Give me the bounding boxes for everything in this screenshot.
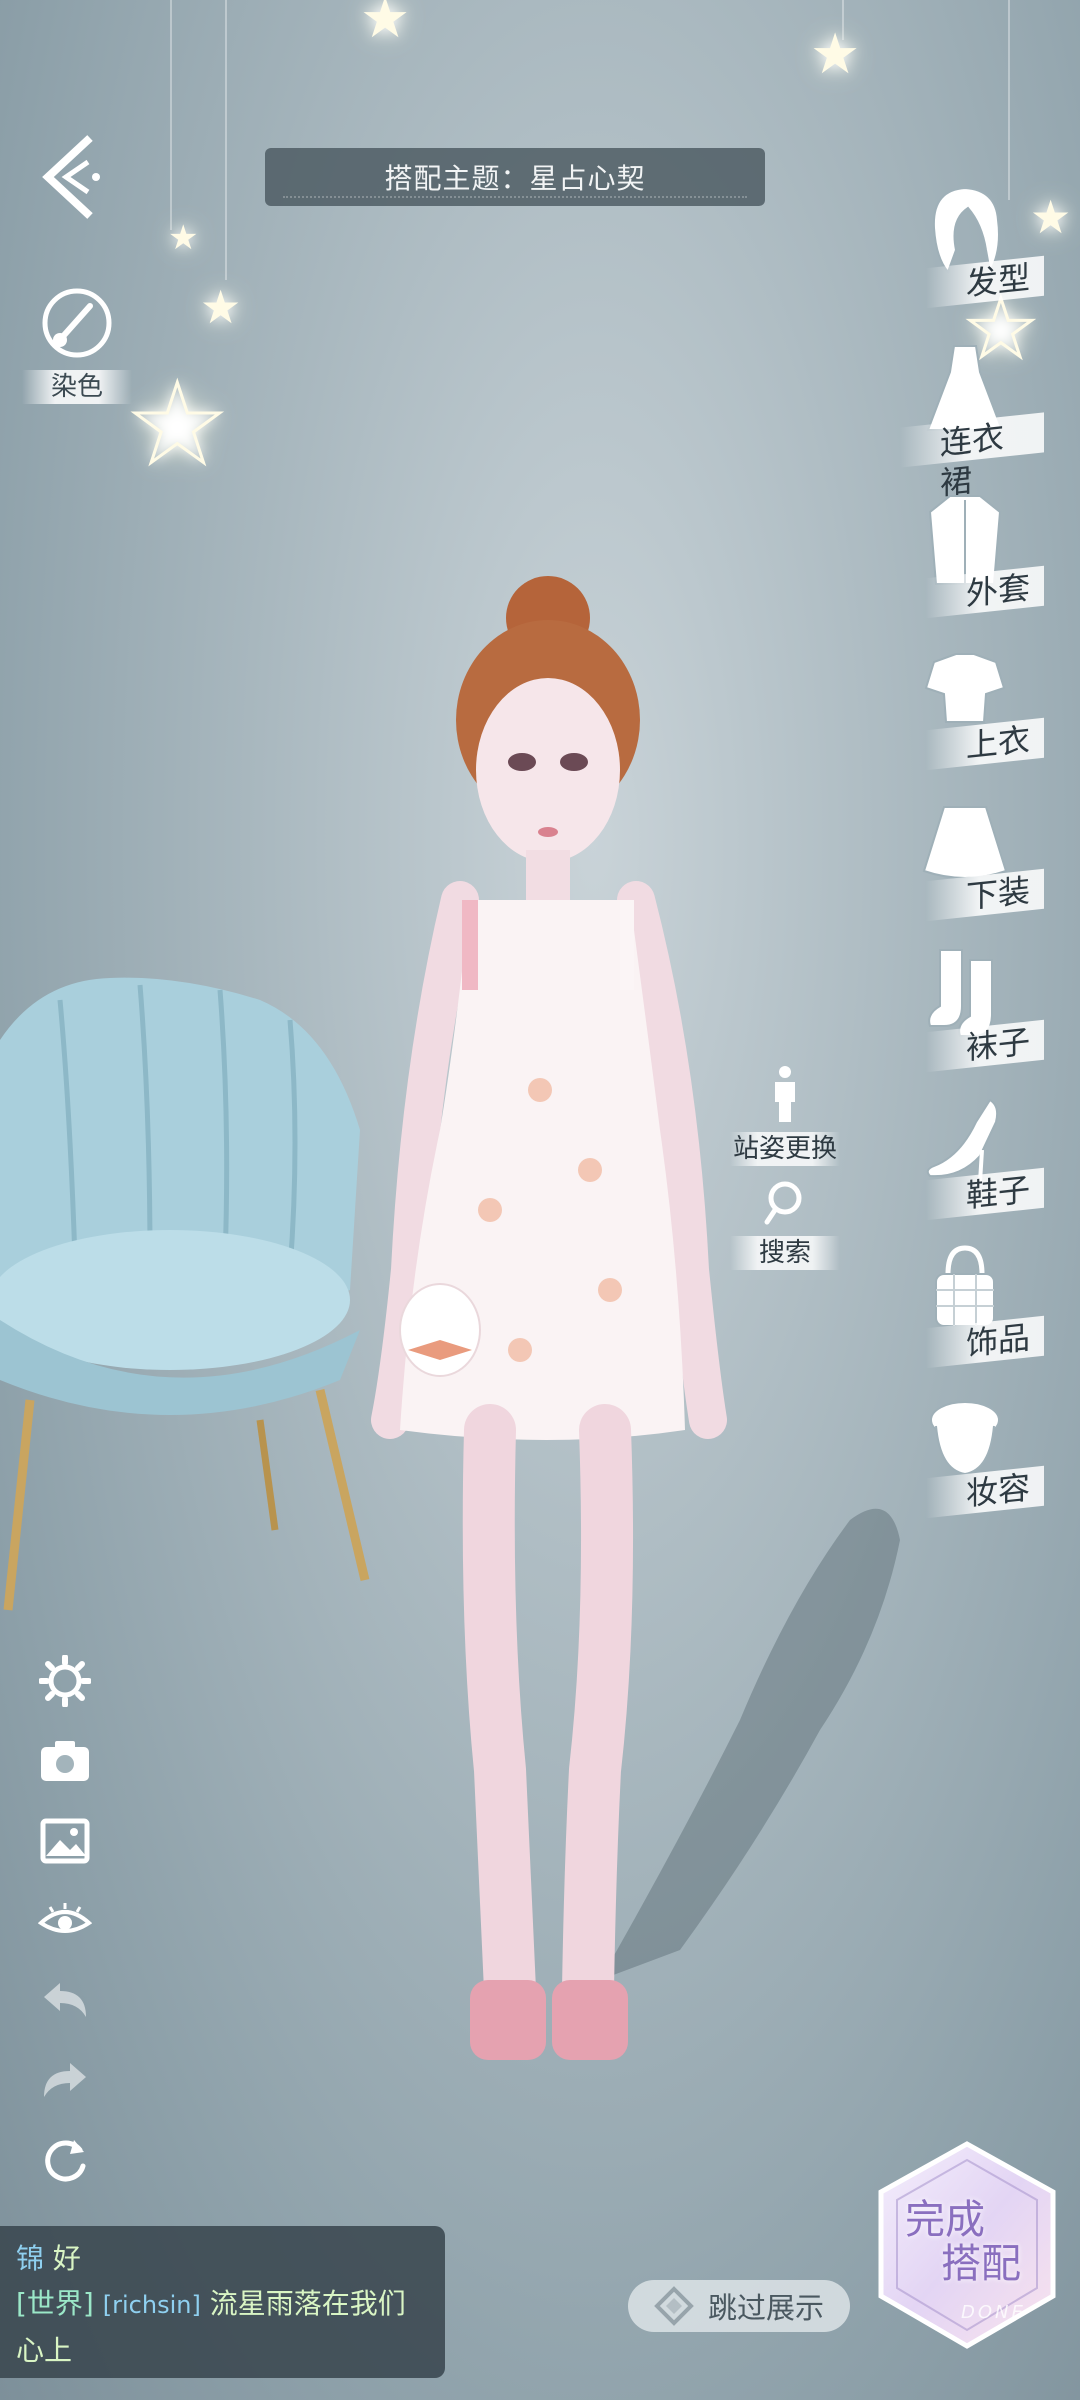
image-icon — [40, 1818, 90, 1864]
chat-channel-tag: [世界] — [16, 2287, 94, 2320]
eye-icon — [38, 1903, 92, 1933]
chat-line: 锦 好 — [16, 2236, 429, 2281]
reset-button[interactable] — [36, 2132, 94, 2190]
category-top[interactable]: 上衣 — [900, 642, 1050, 772]
palette-brush-icon — [42, 288, 112, 358]
star-string — [1008, 0, 1010, 200]
complete-outfit-label: 完成 搭配 — [905, 2197, 1021, 2287]
back-button[interactable] — [38, 132, 108, 222]
category-shoes[interactable]: 鞋子 — [900, 1092, 1050, 1222]
star-decoration: ★ — [127, 359, 229, 490]
camera-icon — [41, 1741, 89, 1781]
settings-button[interactable] — [36, 1652, 94, 1710]
chat-username: [richsin] — [102, 2291, 201, 2319]
reset-icon — [45, 2140, 86, 2182]
camera-button[interactable] — [36, 1732, 94, 1790]
gear-icon — [39, 1655, 91, 1707]
complete-outfit-button[interactable]: 完成 搭配 DONE — [875, 2140, 1060, 2350]
search-icon — [764, 1181, 802, 1225]
chat-line: 心上 — [16, 2328, 429, 2373]
search-button[interactable]: 搜索 — [730, 1178, 840, 1270]
hide-ui-button[interactable] — [36, 1892, 94, 1950]
done-sub-label: DONE — [961, 2302, 1026, 2323]
undo-icon — [44, 1983, 86, 2017]
outfit-theme-banner: 搭配主题：星占心契 — [265, 148, 765, 206]
chat-message-continued: 心上 — [16, 2334, 73, 2367]
redo-button[interactable] — [36, 2052, 94, 2110]
star-decoration: ★ — [200, 280, 242, 334]
redo-icon — [44, 2063, 86, 2097]
search-label: 搜索 — [730, 1236, 840, 1270]
star-string — [170, 0, 172, 230]
skip-label: 跳过展示 — [707, 2291, 824, 2325]
skip-showcase-button[interactable]: 跳过展示 — [628, 2280, 850, 2332]
chat-line: [世界] [richsin] 流星雨落在我们 — [16, 2281, 429, 2328]
category-dress[interactable]: 连衣裙 — [900, 338, 1050, 502]
dye-label: 染色 — [22, 370, 132, 404]
star-decoration: ★ — [360, 0, 411, 51]
star-decoration: ★ — [168, 218, 199, 258]
category-bottoms[interactable]: 下装 — [900, 793, 1050, 923]
category-socks[interactable]: 袜子 — [900, 944, 1050, 1074]
character-model — [371, 576, 727, 2060]
person-standing-icon — [775, 1066, 795, 1122]
undo-button[interactable] — [36, 1972, 94, 2030]
gallery-button[interactable] — [36, 1812, 94, 1870]
category-accessories[interactable]: 饰品 — [900, 1240, 1050, 1370]
chat-panel[interactable]: 锦 好 [世界] [richsin] 流星雨落在我们 心上 — [0, 2226, 445, 2378]
star-decoration: ★ — [810, 22, 861, 87]
chat-sender-name: 锦 — [16, 2242, 45, 2275]
theme-title: 搭配主题：星占心契 — [384, 162, 646, 195]
dye-button[interactable]: 染色 — [22, 280, 132, 410]
star-string — [225, 0, 227, 280]
category-hair[interactable]: 发型 — [900, 180, 1050, 310]
diamond-icon — [654, 2286, 694, 2326]
category-makeup[interactable]: 妆容 — [900, 1390, 1050, 1520]
chevron-left-icon — [42, 135, 100, 219]
chat-message: 流星雨落在我们 — [209, 2287, 406, 2320]
chat-message: 好 — [52, 2242, 81, 2275]
category-coat[interactable]: 外套 — [900, 490, 1050, 620]
pose-change-button[interactable]: 站姿更换 — [730, 1064, 840, 1166]
pose-change-label: 站姿更换 — [730, 1132, 840, 1166]
